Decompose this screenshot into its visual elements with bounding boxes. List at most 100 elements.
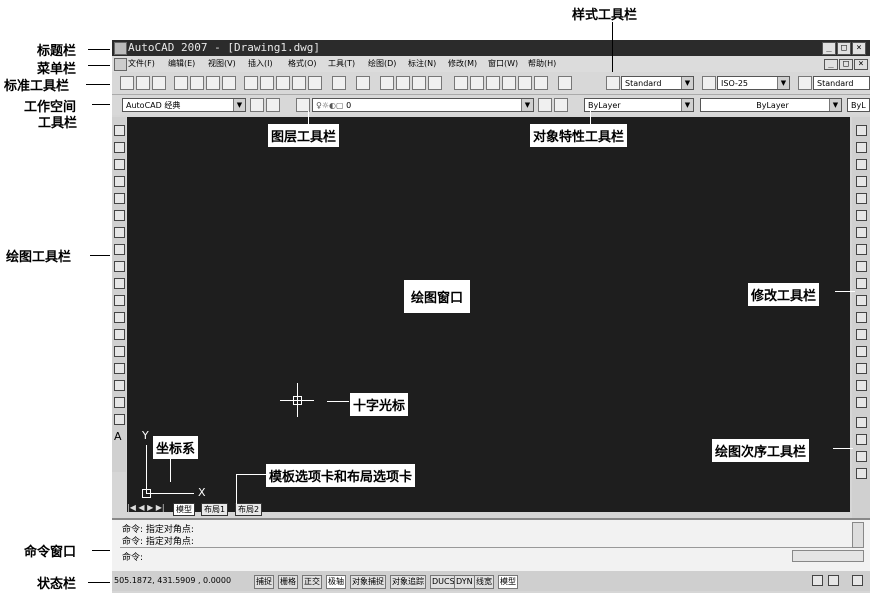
undo-icon[interactable] xyxy=(332,76,346,90)
table-style-select[interactable]: Standard xyxy=(813,76,870,90)
block-editor-icon[interactable] xyxy=(308,76,322,90)
tray-settings-icon[interactable] xyxy=(812,575,823,586)
calculator-icon[interactable] xyxy=(534,76,548,90)
chevron-down-icon[interactable]: ▼ xyxy=(521,99,533,111)
minimize-button[interactable]: _ xyxy=(822,42,836,55)
table-style-icon[interactable] xyxy=(798,76,812,90)
coordinate-readout[interactable]: 505.1872, 431.5909 , 0.0000 xyxy=(114,576,231,585)
layer-manager-icon[interactable] xyxy=(296,98,310,112)
markup-icon[interactable] xyxy=(518,76,532,90)
break-at-point-icon[interactable] xyxy=(856,312,867,323)
zoom-window-icon[interactable] xyxy=(412,76,426,90)
gradient-icon[interactable] xyxy=(114,380,125,391)
zoom-previous-icon[interactable] xyxy=(428,76,442,90)
cut-icon[interactable] xyxy=(244,76,258,90)
menu-format[interactable]: 格式(O) xyxy=(288,58,317,69)
region-icon[interactable] xyxy=(114,397,125,408)
lock-icon[interactable] xyxy=(828,575,839,586)
ducs-toggle[interactable]: DUCS xyxy=(430,575,457,589)
menu-modify[interactable]: 修改(M) xyxy=(448,58,477,69)
erase-icon[interactable] xyxy=(856,125,867,136)
app-icon[interactable] xyxy=(114,42,127,55)
break-icon[interactable] xyxy=(856,329,867,340)
redo-icon[interactable] xyxy=(356,76,370,90)
arc-icon[interactable] xyxy=(114,210,125,221)
dyn-toggle[interactable]: DYN xyxy=(454,575,475,589)
make-block-icon[interactable] xyxy=(114,329,125,340)
menu-insert[interactable]: 插入(I) xyxy=(248,58,273,69)
chevron-down-icon[interactable]: ▼ xyxy=(681,77,693,89)
ortho-toggle[interactable]: 正交 xyxy=(302,575,322,589)
print-icon[interactable] xyxy=(174,76,188,90)
move-icon[interactable] xyxy=(856,210,867,221)
construction-line-icon[interactable] xyxy=(114,142,125,153)
tool-palettes-icon[interactable] xyxy=(486,76,500,90)
design-center-icon[interactable] xyxy=(470,76,484,90)
line-icon[interactable] xyxy=(114,125,125,136)
polar-toggle[interactable]: 极轴 xyxy=(326,575,346,589)
send-under-icon[interactable] xyxy=(856,468,867,479)
chevron-down-icon[interactable]: ▼ xyxy=(777,77,789,89)
help-icon[interactable] xyxy=(558,76,572,90)
mirror-icon[interactable] xyxy=(856,159,867,170)
otrack-toggle[interactable]: 对象追踪 xyxy=(390,575,426,589)
osnap-toggle[interactable]: 对象捕捉 xyxy=(350,575,386,589)
menu-window[interactable]: 窗口(W) xyxy=(488,58,518,69)
scale-icon[interactable] xyxy=(856,244,867,255)
linetype-select[interactable]: ByLayer ▼ xyxy=(700,98,842,112)
grid-toggle[interactable]: 栅格 xyxy=(278,575,298,589)
make-current-layer-icon[interactable] xyxy=(538,98,552,112)
command-prompt[interactable]: 命令: xyxy=(122,550,143,563)
send-to-back-icon[interactable] xyxy=(856,434,867,445)
my-workspace-icon[interactable] xyxy=(266,98,280,112)
polyline-icon[interactable] xyxy=(114,159,125,170)
hatch-icon[interactable] xyxy=(114,363,125,374)
fillet-icon[interactable] xyxy=(856,380,867,391)
paste-icon[interactable] xyxy=(276,76,290,90)
open-icon[interactable] xyxy=(136,76,150,90)
lineweight-toggle[interactable]: 线宽 xyxy=(474,575,494,589)
copy-object-icon[interactable] xyxy=(856,142,867,153)
sheet-set-icon[interactable] xyxy=(502,76,516,90)
tab-model[interactable]: 模型 xyxy=(173,503,195,516)
layer-select[interactable]: ♀☼◐▢ 0 ▼ xyxy=(312,98,534,112)
new-icon[interactable] xyxy=(120,76,134,90)
doc-minimize-button[interactable]: _ xyxy=(824,59,838,70)
workspace-select[interactable]: AutoCAD 经典 ▼ xyxy=(122,98,246,112)
circle-icon[interactable] xyxy=(114,227,125,238)
explode-icon[interactable] xyxy=(856,397,867,408)
insert-block-icon[interactable] xyxy=(114,312,125,323)
bring-above-icon[interactable] xyxy=(856,451,867,462)
array-icon[interactable] xyxy=(856,193,867,204)
lineweight-select[interactable]: ByL xyxy=(847,98,870,112)
offset-icon[interactable] xyxy=(856,176,867,187)
tab-layout2[interactable]: 布局2 xyxy=(235,503,263,516)
workspace-settings-icon[interactable] xyxy=(250,98,264,112)
chevron-down-icon[interactable]: ▼ xyxy=(233,99,245,111)
text-style-select[interactable]: Standard ▼ xyxy=(621,76,694,90)
layer-previous-icon[interactable] xyxy=(554,98,568,112)
color-select[interactable]: ByLayer ▼ xyxy=(584,98,694,112)
ellipse-icon[interactable] xyxy=(114,278,125,289)
rectangle-icon[interactable] xyxy=(114,193,125,204)
command-scrollbar[interactable] xyxy=(852,522,864,548)
copy-icon[interactable] xyxy=(260,76,274,90)
dim-style-icon[interactable] xyxy=(702,76,716,90)
menu-draw[interactable]: 绘图(D) xyxy=(368,58,396,69)
dim-style-select[interactable]: ISO-25 ▼ xyxy=(717,76,790,90)
menu-view[interactable]: 视图(V) xyxy=(208,58,236,69)
menu-edit[interactable]: 编辑(E) xyxy=(168,58,195,69)
polygon-icon[interactable] xyxy=(114,176,125,187)
model-toggle[interactable]: 模型 xyxy=(498,575,518,589)
save-icon[interactable] xyxy=(152,76,166,90)
properties-icon[interactable] xyxy=(454,76,468,90)
doc-icon[interactable] xyxy=(114,58,127,71)
menu-file[interactable]: 文件(F) xyxy=(128,58,155,69)
chamfer-icon[interactable] xyxy=(856,363,867,374)
menu-dimension[interactable]: 标注(N) xyxy=(408,58,436,69)
doc-close-button[interactable]: × xyxy=(854,59,868,70)
3d-publish-icon[interactable] xyxy=(222,76,236,90)
print-preview-icon[interactable] xyxy=(190,76,204,90)
stretch-icon[interactable] xyxy=(856,261,867,272)
join-icon[interactable] xyxy=(856,346,867,357)
